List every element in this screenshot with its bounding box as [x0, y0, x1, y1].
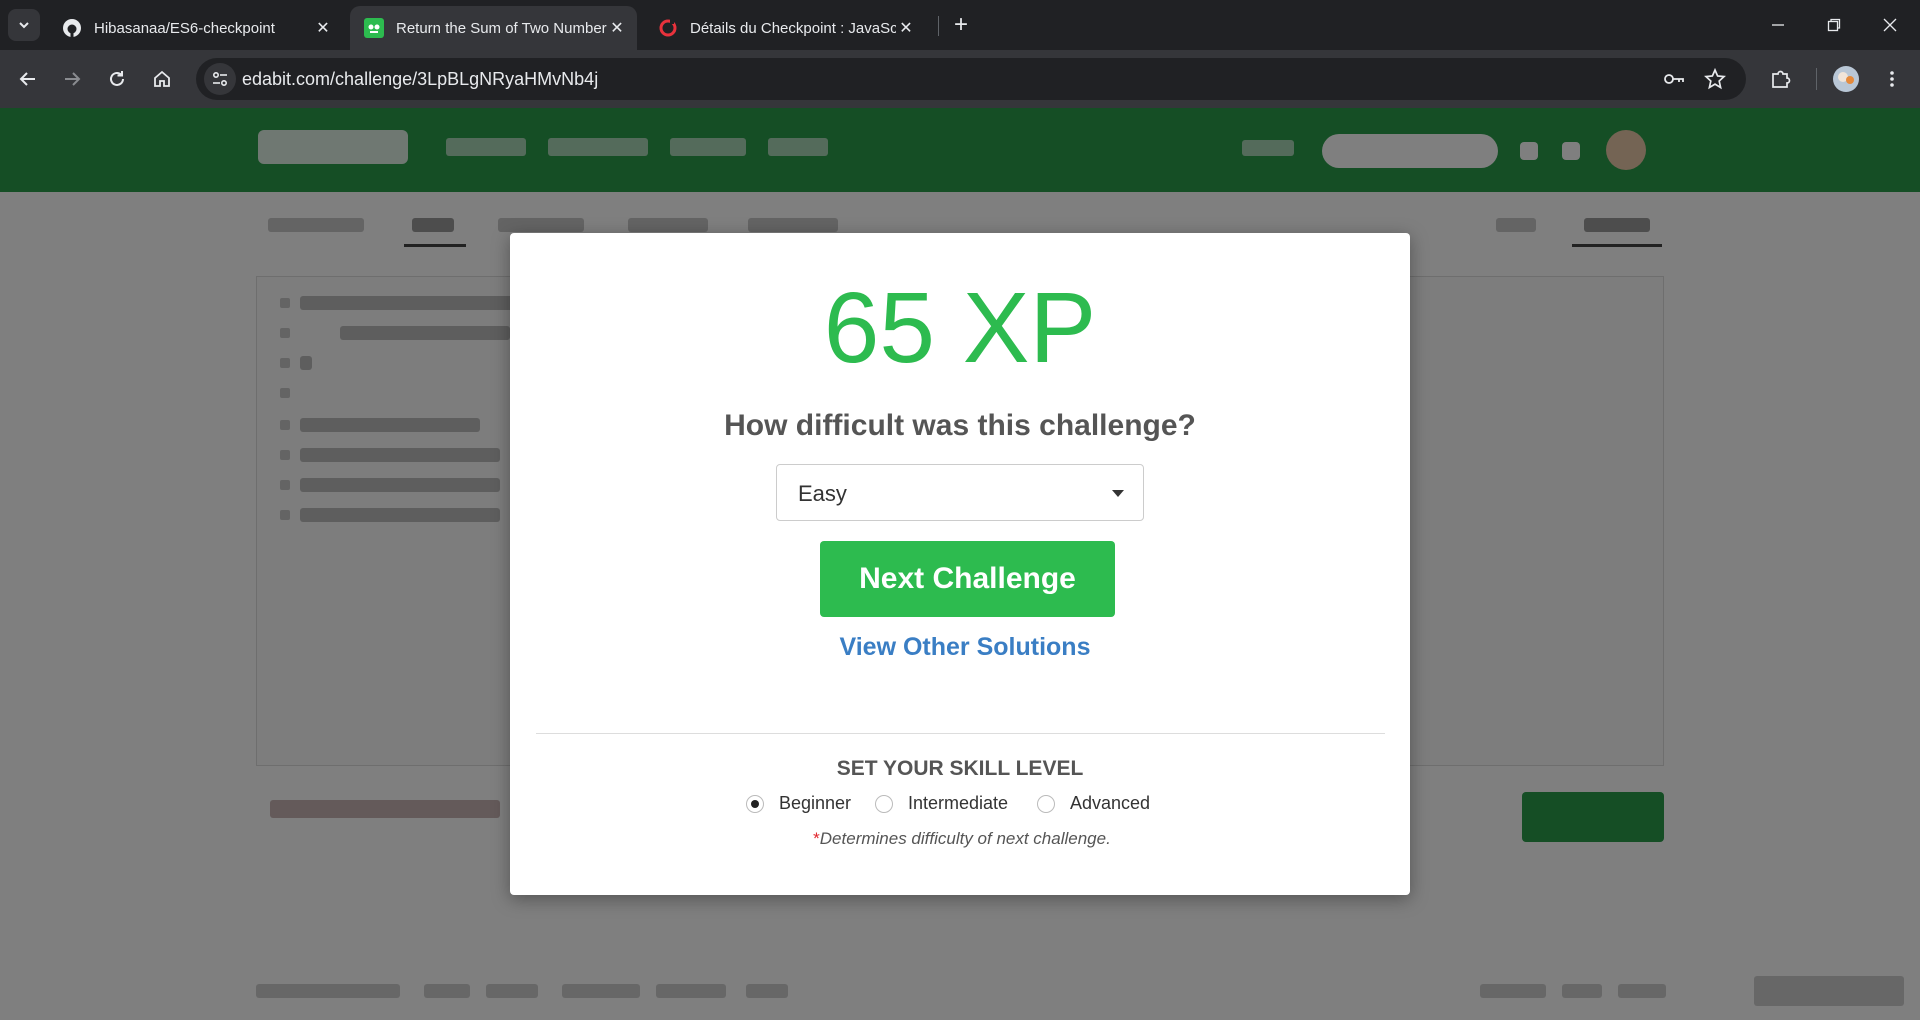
tab-separator: [938, 16, 939, 36]
forward-button[interactable]: [56, 63, 88, 95]
site-info-button[interactable]: [204, 63, 236, 95]
window-close-button[interactable]: [1862, 0, 1918, 50]
required-mark: *: [813, 829, 820, 848]
restore-button[interactable]: [1806, 0, 1862, 50]
restore-icon: [1827, 18, 1841, 32]
back-button[interactable]: [12, 63, 44, 95]
difficulty-select[interactable]: Easy: [776, 464, 1144, 521]
tab-title: Détails du Checkpoint : JavaScript: [690, 19, 896, 37]
xp-earned: 65 XP: [823, 272, 1097, 384]
edabit-icon: [364, 18, 384, 38]
tab-github[interactable]: Hibasanaa/ES6-checkpoint ✕: [48, 6, 343, 50]
minimize-button[interactable]: [1750, 0, 1806, 50]
tune-icon: [212, 71, 228, 87]
browser-tab-bar: Hibasanaa/ES6-checkpoint ✕ Return the Su…: [0, 0, 1920, 50]
home-icon: [154, 70, 170, 87]
modal-divider: [536, 733, 1385, 734]
close-icon[interactable]: ✕: [313, 18, 333, 38]
url-text[interactable]: edabit.com/challenge/3LpBLgNRyaHMvNb4j: [242, 58, 598, 100]
bookmark-star-icon[interactable]: [1703, 67, 1727, 91]
view-other-solutions-link[interactable]: View Other Solutions: [510, 633, 1410, 662]
radio-label: Advanced: [1070, 793, 1151, 813]
skill-level-title: SET YOUR SKILL LEVEL: [836, 757, 1084, 780]
chevron-down-icon: [19, 22, 29, 29]
close-icon: [1883, 18, 1897, 32]
tab-title: Return the Sum of Two Numbers: [396, 19, 607, 37]
close-icon[interactable]: ✕: [896, 18, 916, 38]
skill-option-advanced[interactable]: Advanced: [1037, 793, 1150, 814]
arrow-right-icon: [65, 72, 81, 86]
more-vert-icon: [1890, 71, 1894, 87]
reload-icon: [110, 71, 124, 86]
minimize-icon: [1772, 24, 1784, 26]
skill-level-note: *Determines difficulty of next challenge…: [510, 829, 1410, 849]
tab-gomycode[interactable]: Détails du Checkpoint : JavaScript ✕: [644, 6, 926, 50]
radio-label: Beginner: [779, 793, 852, 813]
close-icon[interactable]: ✕: [607, 18, 627, 38]
toolbar-separator: [1816, 68, 1817, 90]
radio-label: Intermediate: [908, 793, 1009, 813]
home-button[interactable]: [146, 63, 178, 95]
skill-option-beginner[interactable]: Beginner: [746, 793, 851, 814]
profile-button[interactable]: [1830, 63, 1862, 95]
radio-button[interactable]: [875, 794, 893, 813]
tab-title: Hibasanaa/ES6-checkpoint: [94, 19, 275, 37]
browser-toolbar: edabit.com/challenge/3LpBLgNRyaHMvNb4j: [0, 50, 1920, 108]
reload-button[interactable]: [101, 63, 133, 95]
caret-down-icon: [1112, 490, 1124, 497]
radio-button[interactable]: [746, 794, 764, 813]
radio-button[interactable]: [1037, 794, 1055, 813]
browser-menu-button[interactable]: [1876, 63, 1908, 95]
challenge-complete-modal: 65 XP How difficult was this challenge? …: [510, 233, 1410, 895]
page-content: 65 XP How difficult was this challenge? …: [0, 108, 1920, 1020]
difficulty-question: How difficult was this challenge?: [724, 409, 1196, 442]
difficulty-selected-value: Easy: [798, 481, 847, 506]
tab-search-button[interactable]: [8, 9, 40, 41]
note-text: Determines difficulty of next challenge.: [819, 829, 1111, 848]
github-icon: [62, 18, 82, 38]
skill-option-intermediate[interactable]: Intermediate: [875, 793, 1008, 814]
gomycode-icon: [658, 18, 678, 38]
arrow-left-icon: [19, 72, 35, 86]
avatar-icon: [1833, 66, 1859, 92]
puzzle-icon: [1772, 70, 1791, 88]
tab-edabit[interactable]: Return the Sum of Two Numbers ✕: [350, 6, 637, 50]
address-bar[interactable]: edabit.com/challenge/3LpBLgNRyaHMvNb4j: [196, 58, 1746, 100]
password-key-icon[interactable]: [1662, 67, 1686, 91]
next-challenge-button[interactable]: Next Challenge: [820, 541, 1115, 617]
extensions-button[interactable]: [1765, 63, 1797, 95]
new-tab-button[interactable]: +: [948, 11, 974, 38]
